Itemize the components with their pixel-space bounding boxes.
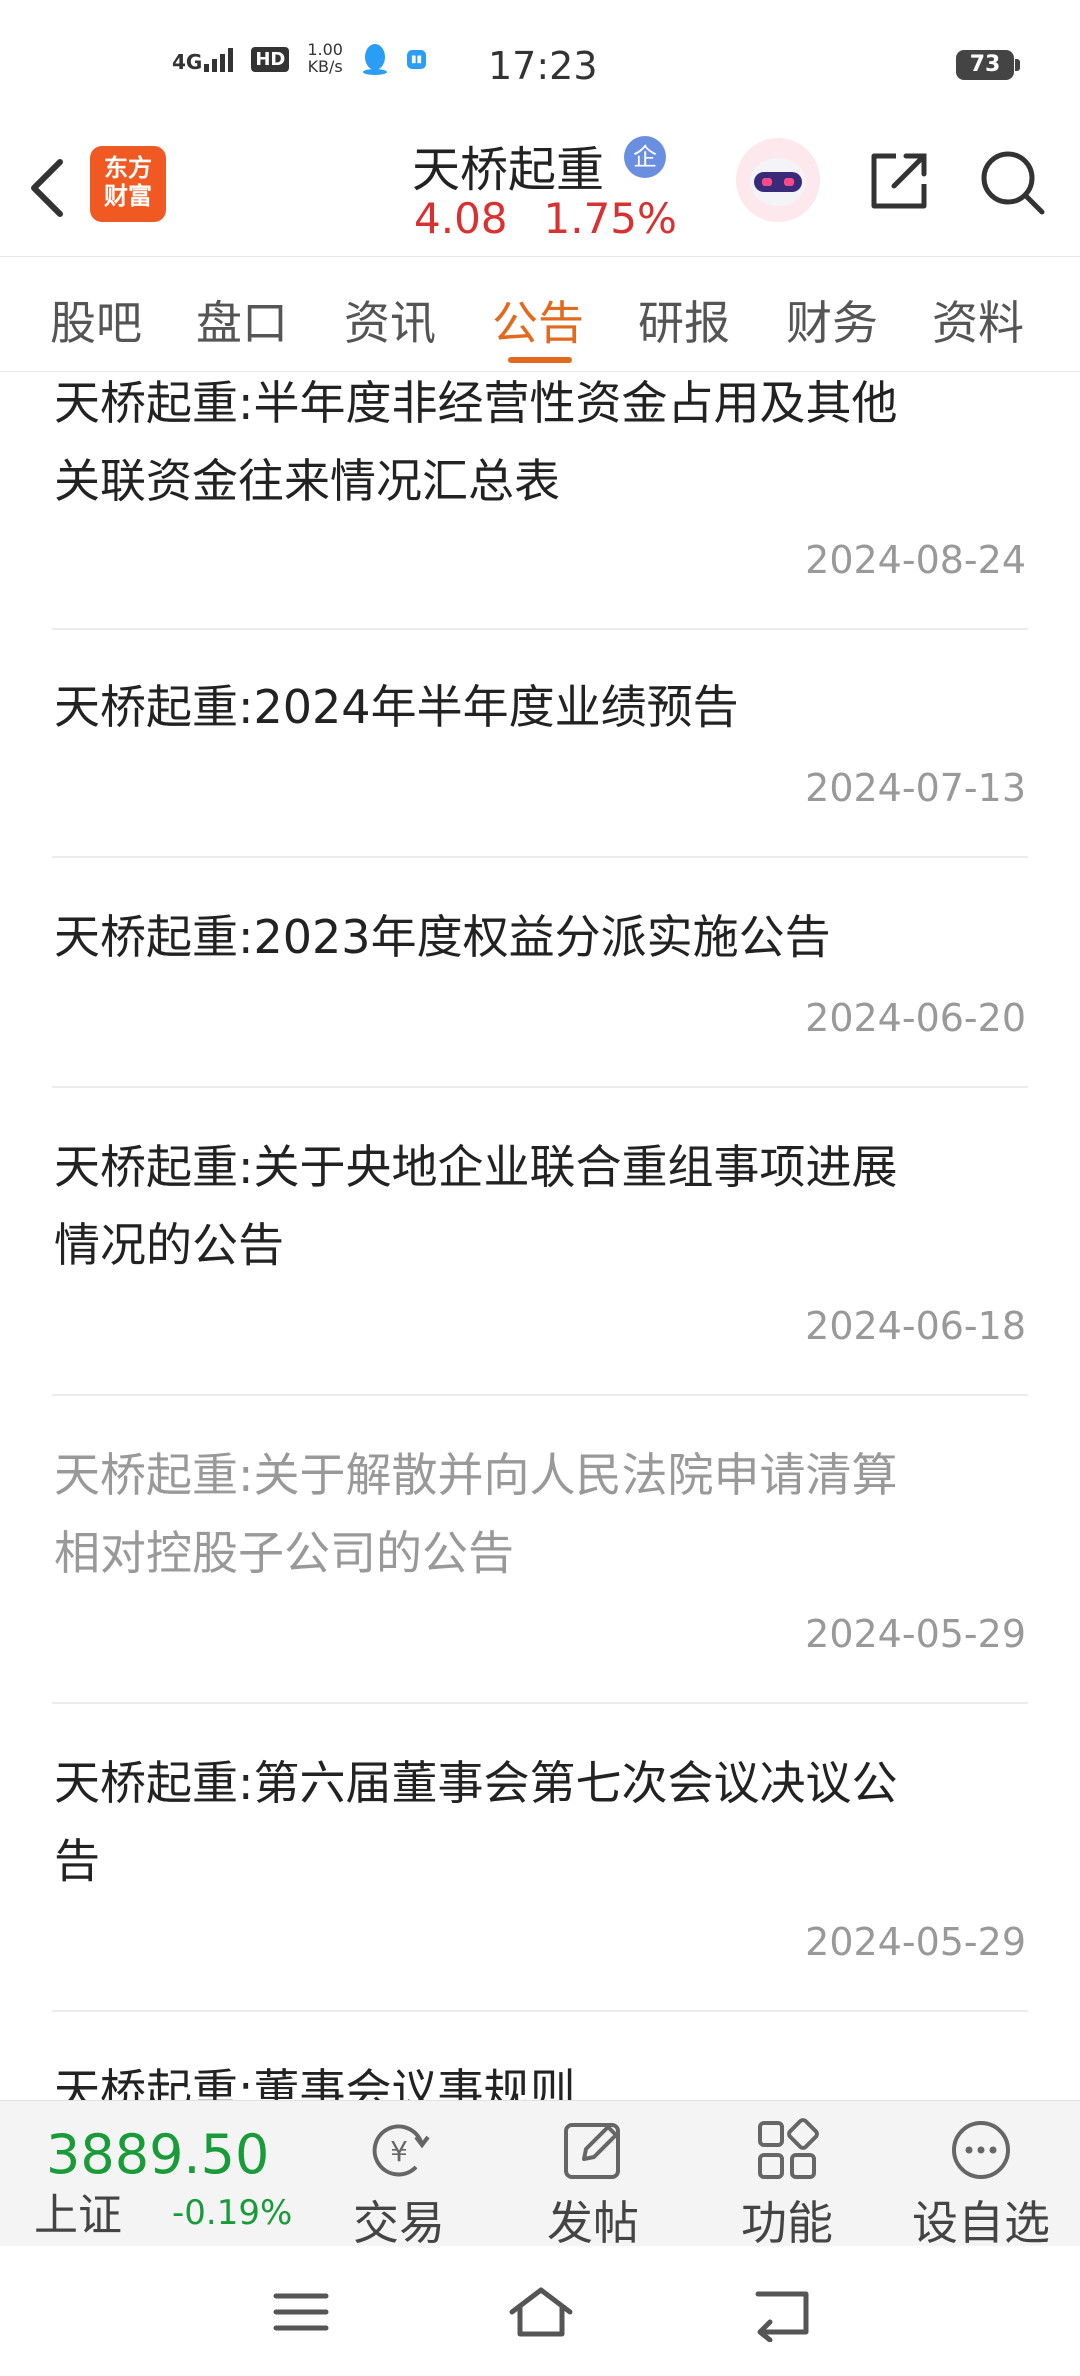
tab-pankou[interactable]: 盘口 [196,287,288,353]
network-speed: 1.00 KB/s [307,41,343,76]
post-button[interactable]: 发帖 [518,2115,668,2253]
battery-icon: 73 [956,50,1020,80]
trade-label: 交易 [353,2196,445,2250]
robot-assistant-icon[interactable] [736,138,820,222]
announcement-date: 2024-07-13 [805,766,1026,810]
announcement-date: 2024-05-29 [805,1612,1026,1656]
logo-line-2: 财富 [104,182,152,210]
svg-text:¥: ¥ [390,2135,408,2168]
tab-announcements[interactable]: 公告 [492,287,584,353]
announcement-title: 天桥起重:2024年半年度业绩预告 [54,668,1029,746]
announcement-title: 天桥起重:董事会议事规则 [54,2052,1029,2100]
features-button[interactable]: 功能 [712,2115,862,2253]
stock-name: 天桥起重 [412,142,605,198]
announcement-item[interactable]: 天桥起重:董事会议事规则 [52,2012,1028,2100]
search-icon[interactable] [978,148,1048,218]
announcement-item[interactable]: 天桥起重:关于解散并向人民法院申请清算 相对控股子公司的公告 2024-05-2… [52,1396,1028,1704]
clock: 17:23 [488,44,598,88]
announcement-title: 天桥起重:关于央地企业联合重组事项进展 情况的公告 [54,1128,1029,1284]
announcement-date: 2024-06-20 [805,996,1026,1040]
active-tab-indicator [508,357,572,363]
tab-research[interactable]: 研报 [638,287,730,353]
tab-guba[interactable]: 股吧 [50,287,142,353]
tab-finance[interactable]: 财务 [786,287,878,353]
trade-button[interactable]: ¥ 交易 [324,2115,474,2253]
back-nav-icon[interactable] [748,2282,818,2342]
more-dots-icon [952,2121,1010,2179]
logo-line-1: 东方 [104,154,152,182]
system-nav-bar [0,2246,1080,2376]
grid-icon [758,2118,819,2179]
menu-icon[interactable] [266,2282,336,2342]
add-watchlist-label: 设自选 [912,2196,1050,2250]
title-line-1: 天桥起重:董事会议事规则 [54,2064,576,2100]
announcement-date: 2024-08-24 [805,538,1026,582]
qq-icon [362,44,387,75]
title-line-2: 相对控股子公司的公告 [54,1526,514,1580]
price-line: 4.08 1.75% [414,194,677,243]
title-line-1: 天桥起重:2024年半年度业绩预告 [54,680,739,734]
stock-type-badge: 企 [624,136,666,178]
bottom-toolbar: 3889.50 上证 -0.19% ¥ 交易 发帖 功能 设自选 [0,2100,1080,2250]
app-notification-icon: ▮▮ [406,49,426,69]
announcement-date: 2024-05-29 [805,1920,1026,1964]
share-icon[interactable] [866,148,932,214]
title-line-1: 天桥起重:第六届董事会第七次会议决议公 [54,1756,898,1810]
index-change: -0.19% [172,2193,293,2233]
title-line-1: 天桥起重:半年度非经营性资金占用及其他 [54,376,898,430]
announcement-title: 天桥起重:2023年度权益分派实施公告 [54,898,1029,976]
title-line-2: 关联资金往来情况汇总表 [54,454,560,508]
speed-unit: KB/s [307,57,343,76]
hd-icon: HD [251,46,290,72]
edit-icon [564,2123,620,2179]
stock-price: 4.08 [414,194,508,243]
signal-icon [204,46,234,72]
announcement-title: 天桥起重:半年度非经营性资金占用及其他 关联资金往来情况汇总表 [54,372,1029,520]
index-name: 上证 [34,2190,122,2241]
yuan-exchange-icon: ¥ [372,2124,430,2177]
announcement-item[interactable]: 天桥起重:2023年度权益分派实施公告 2024-06-20 [52,858,1028,1088]
stock-change-pct: 1.75% [543,194,677,243]
status-bar: 4G HD 1.00 KB/s ▮▮ 17:23 73 [0,0,1080,130]
title-line-2: 告 [54,1834,100,1888]
announcement-title: 天桥起重:第六届董事会第七次会议决议公 告 [54,1744,1029,1900]
title-line-1: 天桥起重:关于央地企业联合重组事项进展 [54,1140,898,1194]
tab-profile[interactable]: 资料 [932,287,1024,353]
announcement-item[interactable]: 天桥起重:半年度非经营性资金占用及其他 关联资金往来情况汇总表 2024-08-… [52,372,1028,630]
index-value: 3889.50 [46,2123,270,2186]
announcement-item[interactable]: 天桥起重:2024年半年度业绩预告 2024-07-13 [52,628,1028,858]
tab-news[interactable]: 资讯 [344,287,436,353]
announcement-item[interactable]: 天桥起重:第六届董事会第七次会议决议公 告 2024-05-29 [52,1704,1028,2012]
title-line-2: 情况的公告 [54,1218,284,1272]
back-arrow-icon[interactable] [24,152,74,224]
features-label: 功能 [741,2196,833,2250]
app-logo[interactable]: 东方 财富 [90,146,166,222]
add-watchlist-button[interactable]: 设自选 [906,2115,1056,2253]
announcement-title: 天桥起重:关于解散并向人民法院申请清算 相对控股子公司的公告 [54,1436,1029,1592]
title-line-1: 天桥起重:2023年度权益分派实施公告 [54,910,831,964]
status-icons: 4G HD 1.00 KB/s ▮▮ [172,41,426,76]
stock-header: 东方 财富 天桥起重 企 4.08 1.75% [0,130,1080,256]
network-type: 4G [172,50,203,74]
announcement-list: 天桥起重:半年度非经营性资金占用及其他 关联资金往来情况汇总表 2024-08-… [0,372,1080,2100]
home-icon[interactable] [506,2282,576,2342]
post-label: 发帖 [547,2196,639,2250]
announcement-date: 2024-06-18 [805,1304,1026,1348]
announcement-item[interactable]: 天桥起重:关于央地企业联合重组事项进展 情况的公告 2024-06-18 [52,1088,1028,1396]
tab-bar: 股吧 盘口 资讯 公告 研报 财务 资料 [0,256,1080,372]
title-line-1: 天桥起重:关于解散并向人民法院申请清算 [54,1448,898,1502]
